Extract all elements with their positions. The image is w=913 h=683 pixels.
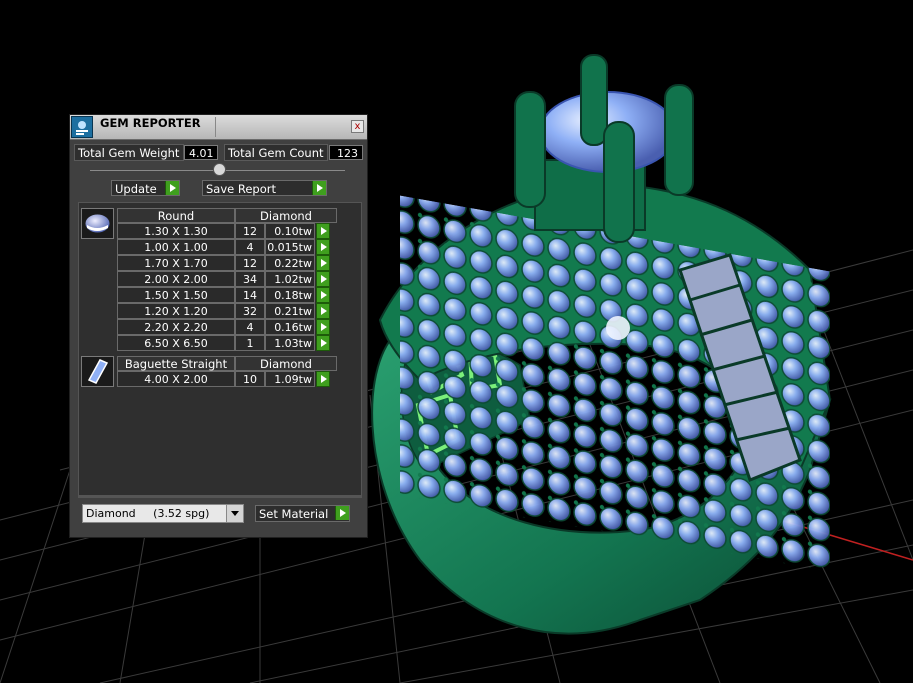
size-cell: 1.70 X 1.70 xyxy=(117,255,235,271)
gem-row: 2.20 X 2.20 4 0.16tw xyxy=(117,319,337,335)
splitter-handle[interactable] xyxy=(213,163,226,176)
baguette-material-header: Diamond xyxy=(235,356,337,371)
title-divider xyxy=(215,117,216,137)
chevron-down-icon[interactable] xyxy=(226,505,243,522)
round-gem-icon xyxy=(81,208,114,239)
weight-cell: 0.22tw xyxy=(265,255,315,271)
baguette-gem-icon xyxy=(81,356,114,387)
total-weight-value: 4.01 xyxy=(184,145,218,160)
gem-reporter-panel: GEM REPORTER x Total Gem Weight 4.01 Tot… xyxy=(69,114,368,538)
weight-cell: 0.21tw xyxy=(265,303,315,319)
total-count-value: 123 xyxy=(329,145,363,160)
select-row-button[interactable] xyxy=(316,303,330,319)
weight-cell: 0.16tw xyxy=(265,319,315,335)
select-row-button[interactable] xyxy=(316,335,330,351)
play-icon xyxy=(165,181,179,195)
weight-cell: 1.09tw xyxy=(265,371,315,387)
gem-row: 1.00 X 1.00 4 0.015tw xyxy=(117,239,337,255)
select-row-button[interactable] xyxy=(316,271,330,287)
save-report-label: Save Report xyxy=(206,182,277,196)
gem-row: 1.50 X 1.50 14 0.18tw xyxy=(117,287,337,303)
count-cell: 12 xyxy=(235,255,265,271)
set-material-label: Set Material xyxy=(259,507,329,521)
select-row-button[interactable] xyxy=(316,287,330,303)
baguette-shape-header: Baguette Straight xyxy=(117,356,235,371)
gem-row: 1.30 X 1.30 12 0.10tw xyxy=(117,223,337,239)
gem-list[interactable]: Round Diamond 1.30 X 1.30 12 0.10tw 1.00… xyxy=(78,202,362,496)
size-cell: 1.00 X 1.00 xyxy=(117,239,235,255)
count-cell: 4 xyxy=(235,319,265,335)
divider xyxy=(78,496,362,498)
select-row-button[interactable] xyxy=(316,371,330,387)
window-title: GEM REPORTER xyxy=(100,116,201,130)
weight-cell: 1.03tw xyxy=(265,335,315,351)
ring-model[interactable] xyxy=(371,54,832,635)
count-cell: 10 xyxy=(235,371,265,387)
weight-cell: 0.10tw xyxy=(265,223,315,239)
count-cell: 1 xyxy=(235,335,265,351)
size-cell: 1.30 X 1.30 xyxy=(117,223,235,239)
close-icon[interactable]: x xyxy=(351,120,364,133)
count-cell: 14 xyxy=(235,287,265,303)
size-cell: 2.00 X 2.00 xyxy=(117,271,235,287)
size-cell: 1.50 X 1.50 xyxy=(117,287,235,303)
gem-row: 4.00 X 2.00 10 1.09tw xyxy=(117,371,337,387)
gem-reporter-icon xyxy=(71,116,93,138)
gem-row: 1.20 X 1.20 32 0.21tw xyxy=(117,303,337,319)
count-cell: 4 xyxy=(235,239,265,255)
size-cell: 6.50 X 6.50 xyxy=(117,335,235,351)
count-cell: 32 xyxy=(235,303,265,319)
weight-cell: 0.015tw xyxy=(265,239,315,255)
play-icon xyxy=(312,181,326,195)
weight-cell: 1.02tw xyxy=(265,271,315,287)
gem-row: 6.50 X 6.50 1 1.03tw xyxy=(117,335,337,351)
select-row-button[interactable] xyxy=(316,319,330,335)
total-count-label: Total Gem Count xyxy=(224,144,328,161)
material-dropdown[interactable]: Diamond (3.52 spg) xyxy=(82,504,244,523)
total-weight-label: Total Gem Weight xyxy=(74,144,184,161)
save-report-button[interactable]: Save Report xyxy=(202,180,327,196)
center-highlight xyxy=(606,316,630,340)
round-shape-header: Round xyxy=(117,208,235,223)
update-label: Update xyxy=(115,182,157,196)
select-row-button[interactable] xyxy=(316,255,330,271)
size-cell: 1.20 X 1.20 xyxy=(117,303,235,319)
weight-cell: 0.18tw xyxy=(265,287,315,303)
gem-row: 1.70 X 1.70 12 0.22tw xyxy=(117,255,337,271)
gem-row: 2.00 X 2.00 34 1.02tw xyxy=(117,271,337,287)
round-material-header: Diamond xyxy=(235,208,337,223)
size-cell: 4.00 X 2.00 xyxy=(117,371,235,387)
select-row-button[interactable] xyxy=(316,239,330,255)
set-material-button[interactable]: Set Material xyxy=(255,505,350,522)
size-cell: 2.20 X 2.20 xyxy=(117,319,235,335)
update-button[interactable]: Update xyxy=(111,180,180,196)
select-row-button[interactable] xyxy=(316,223,330,239)
title-bar[interactable]: GEM REPORTER x xyxy=(70,115,367,140)
count-cell: 34 xyxy=(235,271,265,287)
play-icon xyxy=(335,506,349,520)
material-selected: Diamond (3.52 spg) xyxy=(86,507,210,520)
count-cell: 12 xyxy=(235,223,265,239)
